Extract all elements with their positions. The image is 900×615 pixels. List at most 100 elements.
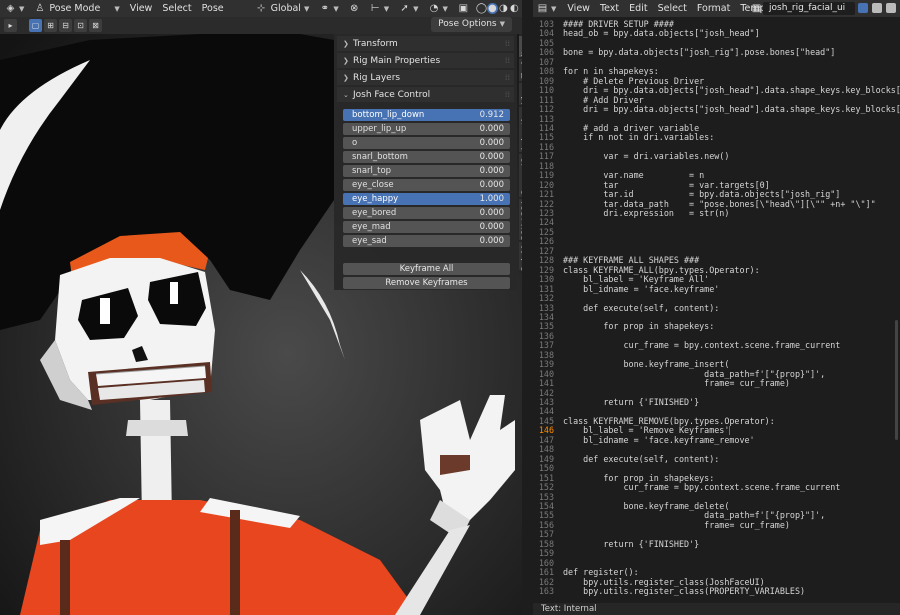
line-number: 130 [538, 274, 554, 285]
shapekey-value: 0.000 [479, 124, 504, 134]
new-text-icon[interactable] [872, 3, 882, 13]
sidebar-tab[interactable]: Tool [519, 59, 522, 82]
select-new-icon: ▢ [31, 21, 40, 30]
tool-icon-button[interactable]: ▸ [4, 19, 17, 32]
shapekey-name: eye_close [352, 180, 394, 190]
line-number: 132 [538, 293, 554, 304]
line-text: def execute(self, content): [563, 453, 720, 464]
text-editor-icon[interactable]: ▤ [537, 3, 548, 14]
line-text: for n in shapekeys: [563, 66, 659, 77]
panel-rig-main-properties[interactable]: ❯ Rig Main Properties ⁞⁞ [337, 53, 514, 68]
transform-orientation-selector[interactable]: ⊹ Global ▼ [251, 0, 315, 17]
shapekey-slider[interactable]: eye_happy 1.000 [343, 193, 510, 205]
line-text: def execute(self, content): [563, 302, 720, 313]
open-text-icon[interactable] [886, 3, 896, 13]
shapekey-slider[interactable]: eye_mad 0.000 [343, 221, 510, 233]
select-mode-intersect[interactable]: ⊠ [89, 19, 102, 32]
sidebar-tab[interactable]: Animation [519, 107, 522, 153]
sidebar-tab-label: View [521, 84, 522, 104]
shapekey-name: eye_happy [352, 194, 399, 204]
drag-handle-icon[interactable]: ⁞⁞ [505, 56, 510, 65]
shapekey-value: 0.000 [479, 208, 504, 218]
select-mode-invert[interactable]: ⊡ [74, 19, 87, 32]
panel-transform[interactable]: ❯ Transform ⁞⁞ [337, 36, 514, 51]
shapekey-slider[interactable]: eye_bored 0.000 [343, 207, 510, 219]
shapekey-slider[interactable]: o 0.000 [343, 137, 510, 149]
3d-viewport[interactable]: ◈ ▼ ♙ Pose Mode ▼ View Select Pose ⊹ Globa… [0, 0, 522, 615]
scrollbar[interactable] [895, 320, 898, 440]
select-mode-new[interactable]: ▢ [29, 19, 42, 32]
collapsed-arrow-icon: ❯ [343, 39, 349, 48]
drag-handle-icon[interactable]: ⁞⁞ [505, 73, 510, 82]
select-subtract-icon: ⊟ [62, 21, 69, 30]
drag-handle-icon[interactable]: ⁞⁞ [505, 90, 510, 99]
menu-select[interactable]: Select [653, 3, 692, 14]
line-number: 157 [538, 529, 554, 540]
sidebar-tab[interactable]: View [519, 83, 522, 106]
menu-pose[interactable]: Pose [197, 0, 229, 17]
shading-modes[interactable]: ◯ ● ◑ ◐ [474, 0, 522, 17]
line-text: ### KEYFRAME ALL SHAPES ### [563, 255, 700, 266]
menu-select[interactable]: Select [157, 0, 196, 17]
solid-shading-icon[interactable]: ● [486, 3, 498, 14]
menu-text[interactable]: Text [595, 3, 624, 14]
line-number: 139 [538, 359, 554, 370]
line-number: 126 [538, 236, 554, 247]
overlays-toggle[interactable]: ◔ ▼ [424, 0, 453, 17]
wireframe-shading-icon[interactable]: ◯ [476, 3, 487, 14]
shapekey-slider[interactable]: bottom_lip_down 0.912 [343, 109, 510, 121]
shapekey-slider[interactable]: snarl_top 0.000 [343, 165, 510, 177]
line-number: 121 [538, 189, 554, 200]
sidebar-tab[interactable]: Item [519, 36, 522, 58]
text-file-name-field[interactable]: josh_rig_facial_ui [763, 2, 855, 15]
fake-user-shield-icon[interactable] [858, 3, 868, 13]
material-shading-icon[interactable]: ◑ [498, 3, 509, 14]
shapekey-name: upper_lip_up [352, 124, 407, 134]
sidebar-tab-label: SourceIO [521, 156, 522, 194]
keyframe-all-button[interactable]: Keyframe All [343, 263, 510, 275]
menu-format[interactable]: Format [692, 3, 735, 14]
text-editor[interactable]: ▤▼ View Text Edit Select Format Template… [533, 0, 900, 615]
line-text: bone = bpy.data.objects["josh_rig"].pose… [563, 47, 836, 58]
text-file-icon[interactable]: ▦ [751, 3, 762, 14]
code-area[interactable]: 103 #### DRIVER SETUP #### 104 head_ob = bp… [533, 17, 900, 603]
sidebar-tab-label: Tool [521, 62, 522, 79]
shapekey-value: 1.000 [479, 194, 504, 204]
pose-mode-icon: ♙ [35, 3, 45, 14]
panel-rig-layers[interactable]: ❯ Rig Layers ⁞⁞ [337, 70, 514, 85]
snap-toggle[interactable]: ⊗ [344, 0, 365, 17]
pivot-selector[interactable]: ⚭ ▼ [314, 0, 343, 17]
select-mode-extend[interactable]: ⊞ [44, 19, 57, 32]
menu-view[interactable]: View [125, 0, 158, 17]
rendered-shading-icon[interactable]: ◐ [509, 3, 520, 14]
drag-handle-icon[interactable]: ⁞⁞ [505, 39, 510, 48]
cursor-tool-icon: ▸ [8, 21, 13, 30]
line-number: 141 [538, 378, 554, 389]
menu-edit[interactable]: Edit [624, 3, 652, 14]
link-icon: ⚭ [320, 3, 330, 14]
shapekey-slider[interactable]: eye_close 0.000 [343, 179, 510, 191]
select-invert-icon: ⊡ [77, 21, 84, 30]
line-number: 119 [538, 170, 554, 181]
sidebar-tab[interactable]: Relokio [519, 241, 522, 271]
sidebar-tab[interactable]: SourceIO [519, 154, 522, 198]
mode-selector[interactable]: ♙ Pose Mode ▼ [29, 0, 124, 17]
snap-target-selector[interactable]: ⊢ ▼ [365, 0, 394, 17]
pose-options-dropdown[interactable]: Pose Options ▼ [431, 17, 512, 32]
select-mode-subtract[interactable]: ⊟ [59, 19, 72, 32]
shapekey-slider[interactable]: eye_sad 0.000 [343, 235, 510, 247]
menu-view[interactable]: View [562, 3, 595, 14]
line-text: var.name = n [563, 170, 705, 181]
shapekey-slider[interactable]: upper_lip_up 0.000 [343, 123, 510, 135]
sidebar-tabs: Item Tool View Animation SourceIO PSK / PSARe… [519, 34, 522, 274]
xray-toggle[interactable]: ▣ [453, 0, 474, 17]
panel-josh-face-control[interactable]: ⌄ Josh Face Control ⁞⁞ [337, 87, 514, 102]
line-number: 108 [538, 66, 554, 77]
shapekey-slider[interactable]: snarl_bottom 0.000 [343, 151, 510, 163]
editor-type-selector[interactable]: ◈ ▼ [0, 0, 29, 17]
sidebar-tab[interactable]: PSK / PSA [519, 199, 522, 241]
shapekey-value: 0.912 [479, 110, 504, 120]
line-text: bl_label = 'Remove Keyframes' [563, 425, 731, 436]
remove-keyframes-button[interactable]: Remove Keyframes [343, 277, 510, 289]
gizmo-toggle[interactable]: ➚ ▼ [394, 0, 423, 17]
